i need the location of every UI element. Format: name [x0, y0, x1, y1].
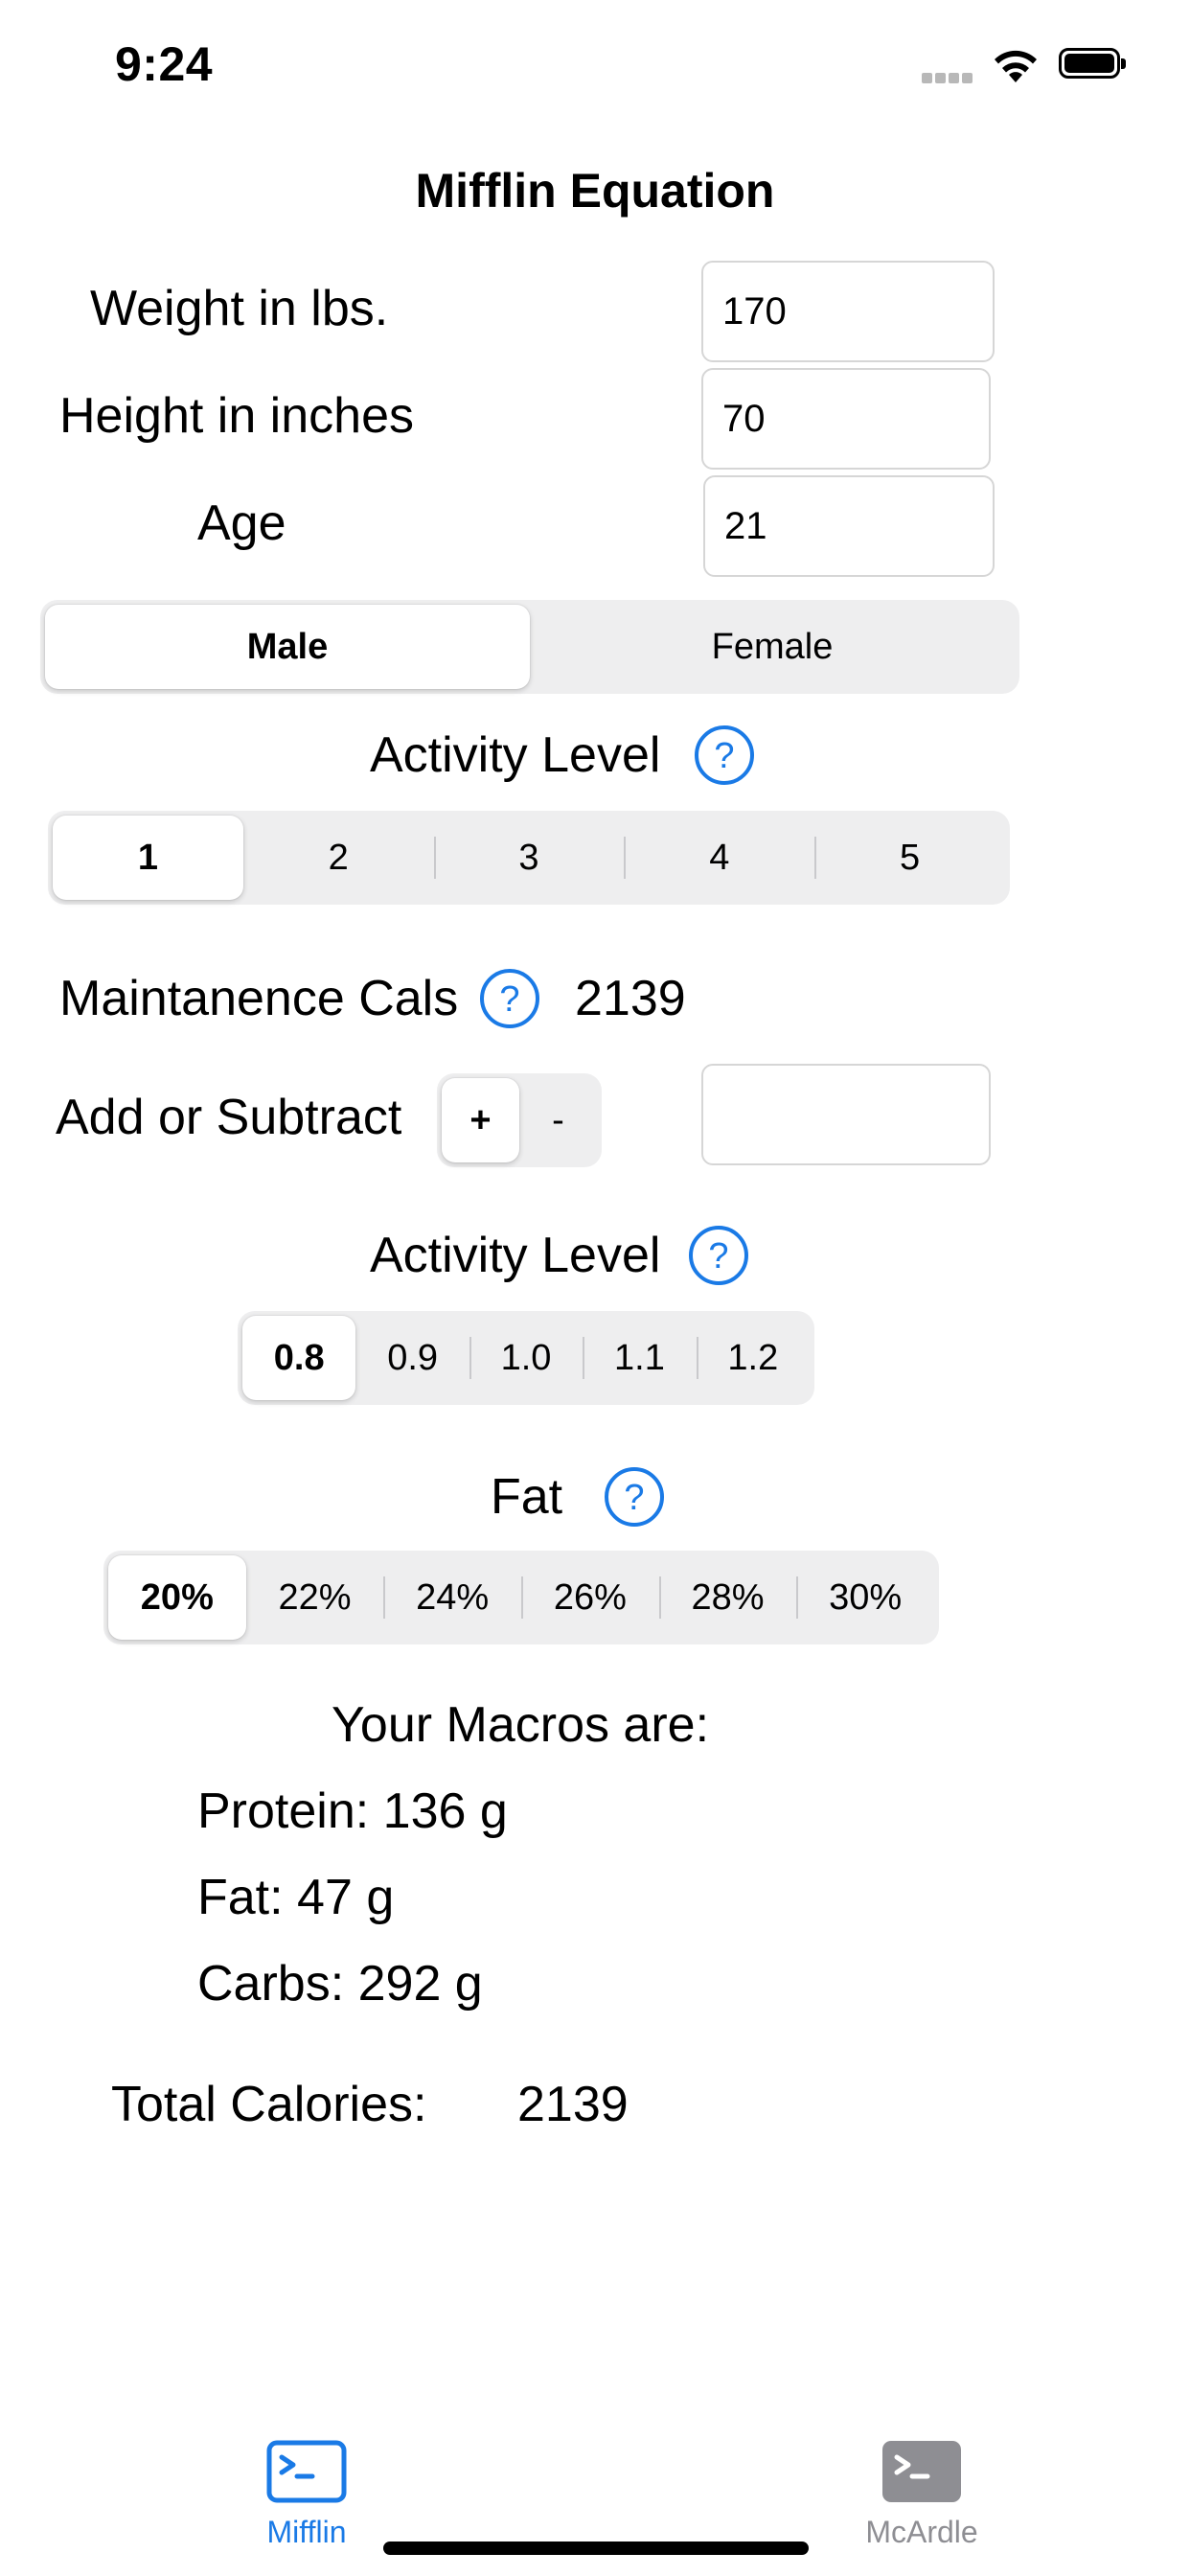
- age-input[interactable]: 21: [703, 475, 995, 577]
- segment-multiplier-1-1[interactable]: 1.1: [583, 1316, 696, 1400]
- macros-heading: Your Macros are:: [332, 1697, 710, 1753]
- tab-mifflin-label: Mifflin: [266, 2515, 347, 2549]
- height-label: Height in inches: [59, 388, 414, 444]
- status-time: 9:24: [115, 37, 214, 91]
- tab-mifflin[interactable]: Mifflin: [211, 2440, 402, 2550]
- segment-activity-1[interactable]: 1: [53, 816, 243, 900]
- height-input[interactable]: 70: [701, 368, 991, 470]
- tab-mcardle-label: McArdle: [865, 2515, 978, 2549]
- segment-fat-26[interactable]: 26%: [521, 1555, 659, 1640]
- activity-level-multiplier-label: Activity Level: [370, 1228, 661, 1283]
- macro-carbs: Carbs: 292 g: [197, 1956, 483, 2012]
- activity-multiplier-segmented-control[interactable]: 0.8 0.9 1.0 1.1 1.2: [238, 1311, 814, 1405]
- fat-percent-segmented-control[interactable]: 20% 22% 24% 26% 28% 30%: [103, 1551, 939, 1644]
- sex-segmented-control[interactable]: Male Female: [40, 600, 1019, 694]
- segment-fat-22[interactable]: 22%: [246, 1555, 384, 1640]
- total-calories-label: Total Calories:: [111, 2077, 427, 2132]
- svg-text:?: ?: [499, 979, 519, 1020]
- add-subtract-segmented-control[interactable]: + -: [437, 1073, 602, 1167]
- svg-text:?: ?: [708, 1236, 728, 1276]
- cellular-signal-icon: [922, 71, 975, 88]
- segment-fat-20[interactable]: 20%: [108, 1555, 246, 1640]
- help-circle-icon[interactable]: ?: [694, 724, 755, 786]
- svg-text:?: ?: [624, 1478, 644, 1518]
- segment-plus[interactable]: +: [442, 1078, 519, 1162]
- segment-activity-5[interactable]: 5: [814, 816, 1005, 900]
- maintenance-cals-value: 2139: [575, 971, 686, 1026]
- segment-activity-4[interactable]: 4: [624, 816, 814, 900]
- segment-fat-28[interactable]: 28%: [658, 1555, 797, 1640]
- segment-multiplier-0-8[interactable]: 0.8: [242, 1316, 356, 1400]
- activity-level-segmented-control[interactable]: 1 2 3 4 5: [48, 811, 1010, 905]
- home-indicator[interactable]: [383, 2542, 809, 2555]
- segment-fat-24[interactable]: 24%: [383, 1555, 521, 1640]
- terminal-icon: [266, 2440, 347, 2503]
- segment-fat-30[interactable]: 30%: [796, 1555, 934, 1640]
- battery-icon: [1059, 48, 1126, 79]
- help-circle-icon[interactable]: ?: [604, 1466, 665, 1528]
- wifi-icon: [991, 48, 1041, 89]
- help-circle-icon[interactable]: ?: [688, 1225, 749, 1286]
- adjust-calories-input[interactable]: [701, 1064, 991, 1165]
- maintenance-cals-label: Maintanence Cals: [59, 971, 459, 1026]
- weight-input[interactable]: 170: [701, 261, 995, 362]
- total-calories-value: 2139: [517, 2077, 629, 2132]
- segment-male[interactable]: Male: [45, 605, 530, 689]
- segment-activity-3[interactable]: 3: [433, 816, 625, 900]
- age-label: Age: [197, 495, 286, 551]
- svg-text:?: ?: [714, 736, 734, 776]
- segment-activity-2[interactable]: 2: [243, 816, 434, 900]
- fat-label: Fat: [491, 1469, 563, 1525]
- activity-level-label: Activity Level: [370, 727, 661, 783]
- segment-female[interactable]: Female: [530, 605, 1015, 689]
- tab-mcardle[interactable]: McArdle: [826, 2440, 1018, 2550]
- segment-multiplier-1-0[interactable]: 1.0: [469, 1316, 583, 1400]
- weight-label: Weight in lbs.: [90, 281, 389, 336]
- add-subtract-label: Add or Subtract: [56, 1090, 402, 1145]
- segment-multiplier-1-2[interactable]: 1.2: [696, 1316, 810, 1400]
- segment-minus[interactable]: -: [519, 1078, 597, 1162]
- segment-multiplier-0-9[interactable]: 0.9: [355, 1316, 469, 1400]
- macro-protein: Protein: 136 g: [197, 1783, 508, 1839]
- macro-fat: Fat: 47 g: [197, 1870, 395, 1925]
- page-title: Mifflin Equation: [415, 164, 775, 218]
- terminal-icon: [882, 2441, 961, 2502]
- help-circle-icon[interactable]: ?: [479, 968, 540, 1029]
